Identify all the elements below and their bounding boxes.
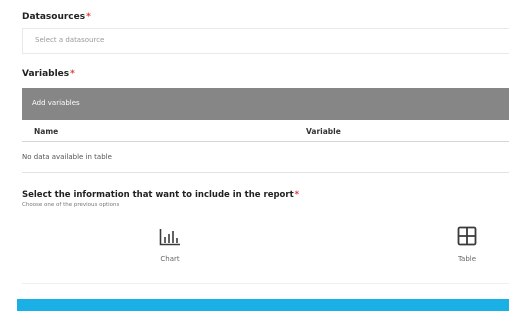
- chart-option-label: Chart: [160, 255, 180, 263]
- column-header-name[interactable]: Name: [34, 127, 58, 136]
- chart-option[interactable]: Chart: [140, 228, 200, 263]
- required-asterisk: *: [86, 12, 91, 22]
- divider: [22, 283, 509, 284]
- add-variables-button[interactable]: Add variables: [22, 88, 509, 120]
- table-grid-icon: [457, 226, 477, 246]
- submit-bar[interactable]: [17, 299, 509, 311]
- table-option[interactable]: Table: [437, 226, 497, 263]
- variables-label-text: Variables: [22, 69, 70, 79]
- add-variables-label: Add variables: [32, 99, 80, 107]
- variables-table-empty-row: No data available in table: [22, 142, 509, 173]
- table-option-label: Table: [457, 255, 477, 263]
- datasources-label-text: Datasources: [22, 12, 86, 22]
- column-header-variable[interactable]: Variable: [306, 127, 341, 136]
- datasources-label: Datasources*: [22, 12, 91, 22]
- required-asterisk: *: [294, 190, 300, 200]
- report-hint: Choose one of the previous options: [22, 202, 120, 208]
- variables-label: Variables*: [22, 69, 75, 79]
- datasource-placeholder: Select a datasource: [35, 36, 105, 44]
- report-section-label: Select the information that want to incl…: [22, 190, 299, 200]
- variables-table-header: Name Variable: [22, 120, 509, 142]
- bar-chart-icon: [159, 229, 180, 246]
- report-form: Datasources* Select a datasource Variabl…: [0, 0, 509, 311]
- required-asterisk: *: [70, 69, 75, 79]
- datasource-select[interactable]: Select a datasource: [22, 28, 509, 54]
- report-label-text: Select the information that want to incl…: [22, 190, 294, 200]
- empty-table-message: No data available in table: [22, 153, 112, 161]
